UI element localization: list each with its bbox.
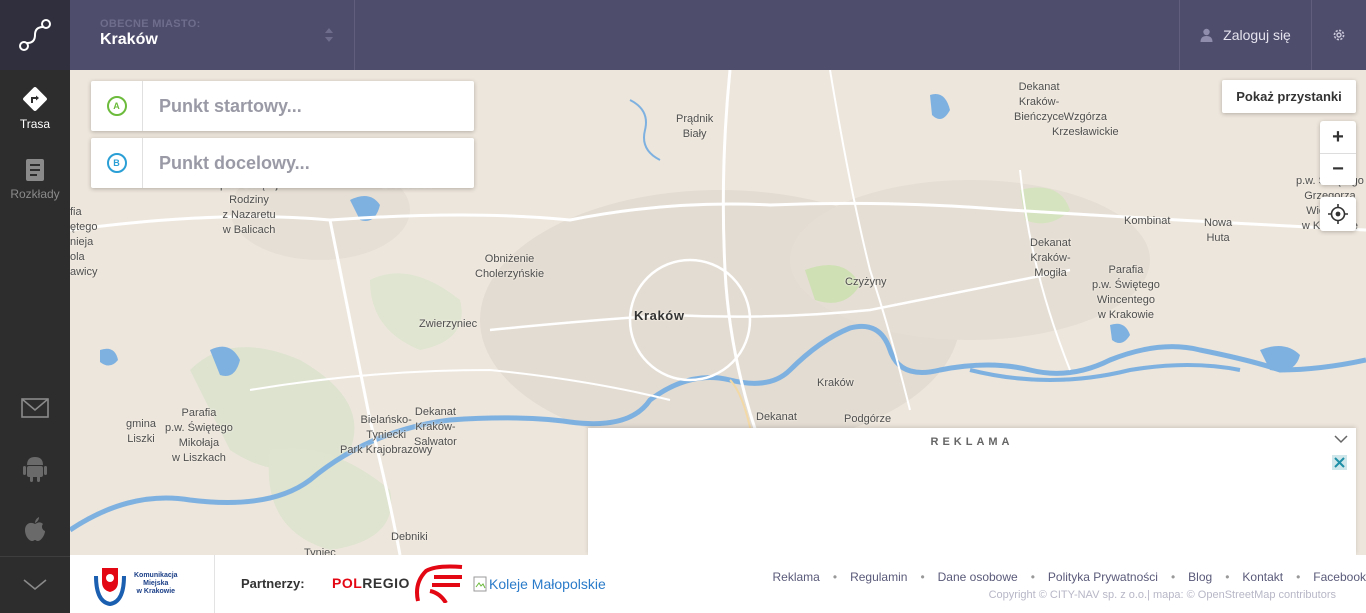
polregio-regio: REGIO <box>362 575 410 591</box>
sidebar-item-android[interactable] <box>0 454 70 482</box>
login-button[interactable]: Zaloguj się <box>1179 0 1311 70</box>
separator: • <box>1170 570 1176 584</box>
chevron-down-icon[interactable] <box>1334 434 1348 444</box>
map-label: Parafia p.w. Świętego Mikołaja w Liszkac… <box>165 407 233 464</box>
zoom-control: + − <box>1320 121 1356 185</box>
map-label: Kombinat <box>1124 215 1171 227</box>
mpk-logo[interactable]: Komunikacja Miejska w Krakowie <box>70 555 215 613</box>
map-label: Wzgórza Krzesławickie <box>1052 111 1119 138</box>
app-root: OBECNE MIASTO: Kraków Zaloguj się Trasa … <box>0 0 1366 613</box>
footer-link-polityka[interactable]: Polityka Prywatności <box>1048 570 1158 584</box>
map-label-city: Kraków <box>634 308 685 323</box>
separator: • <box>1030 570 1035 584</box>
sidebar-item-apple[interactable] <box>0 516 70 542</box>
ad-panel: REKLAMA <box>588 428 1356 555</box>
map-label: gmina Liszki <box>126 418 156 445</box>
sidebar-item-rozklady[interactable]: Rozkłady <box>0 158 70 201</box>
gear-icon <box>1333 29 1345 41</box>
sidebar: Trasa Rozkłady <box>0 70 70 613</box>
sort-arrows-icon <box>325 28 333 42</box>
android-icon <box>23 457 47 482</box>
footer-links: Reklama • Regulamin • Dane osobowe • Pol… <box>773 570 1366 584</box>
crosshair-icon <box>1328 204 1348 224</box>
footer: Komunikacja Miejska w Krakowie Partnerzy… <box>70 555 1366 613</box>
map-label: Parafia p.w. Świętego Wincentego w Krako… <box>1092 264 1160 321</box>
separator: • <box>832 570 838 584</box>
start-point-box: A <box>91 81 474 131</box>
route-logo-icon <box>19 19 51 51</box>
mpk-logo-text: Komunikacja Miejska w Krakowie <box>134 572 178 595</box>
map-label: Dekanat <box>756 411 797 423</box>
map-label: Obniżenie Cholerzyńskie <box>475 253 545 280</box>
broken-image-icon <box>473 576 487 592</box>
footer-link-facebook[interactable]: Facebook <box>1313 570 1366 584</box>
map-label: fia ętego nieja ola awicy <box>70 206 98 278</box>
end-point-input[interactable] <box>143 152 463 174</box>
user-icon <box>1200 28 1213 42</box>
close-icon <box>1334 457 1345 468</box>
sidebar-collapse-button[interactable] <box>0 556 70 613</box>
settings-button[interactable] <box>1311 0 1366 70</box>
city-selector[interactable]: OBECNE MIASTO: Kraków <box>70 0 355 70</box>
chevron-down-icon <box>23 579 47 591</box>
start-point-input[interactable] <box>143 95 463 117</box>
zoom-out-button[interactable]: − <box>1320 153 1356 185</box>
ad-label: REKLAMA <box>930 436 1014 448</box>
city-name: Kraków <box>100 31 158 48</box>
koleje-malopolskie-link[interactable]: Koleje Małopolskie <box>473 576 606 592</box>
separator: • <box>1225 570 1230 584</box>
footer-link-regulamin[interactable]: Regulamin <box>850 570 907 584</box>
top-bar: OBECNE MIASTO: Kraków Zaloguj się <box>0 0 1366 70</box>
sidebar-item-trasa[interactable]: Trasa <box>0 86 70 131</box>
footer-link-blog[interactable]: Blog <box>1188 570 1212 584</box>
map-label: Tyniec <box>304 547 336 555</box>
zoom-in-button[interactable]: + <box>1320 121 1356 153</box>
separator: • <box>1296 570 1301 584</box>
map-label: Zwierzyniec <box>419 318 478 330</box>
start-badge-wrap: A <box>91 81 143 131</box>
partners-label: Partnerzy: <box>241 576 305 591</box>
footer-link-kontakt[interactable]: Kontakt <box>1242 570 1283 584</box>
timetable-icon <box>26 159 44 181</box>
map-label: Nowa Huta <box>1204 217 1233 244</box>
polregio-logo[interactable]: POL REGIO <box>332 563 466 603</box>
ad-close-button[interactable] <box>1332 455 1347 470</box>
start-badge: A <box>106 96 127 116</box>
map-label: Podgórze <box>844 413 892 425</box>
apple-icon <box>25 517 45 541</box>
mpk-emblem-icon <box>94 568 126 606</box>
mail-icon <box>21 398 49 418</box>
polregio-mark-icon <box>414 564 463 603</box>
end-point-box: B <box>91 138 474 188</box>
map-label: Kraków <box>817 377 854 389</box>
footer-link-dane-osobowe[interactable]: Dane osobowe <box>938 570 1018 584</box>
map-label: Prądnik Biały <box>676 113 714 140</box>
copyright-text: Copyright © CITY-NAV sp. z o.o.| mapa: ©… <box>988 589 1336 601</box>
locate-button[interactable] <box>1320 197 1356 231</box>
show-stops-button[interactable]: Pokaż przystanki <box>1222 80 1356 113</box>
footer-link-reklama[interactable]: Reklama <box>773 570 820 584</box>
sidebar-item-mail[interactable] <box>0 398 70 418</box>
separator: • <box>920 570 925 584</box>
polregio-pol: POL <box>332 575 363 591</box>
sidebar-item-label: Trasa <box>19 117 51 131</box>
end-badge-wrap: B <box>91 138 143 188</box>
koleje-alt-text: Koleje Małopolskie <box>489 576 606 592</box>
route-turn-icon <box>23 87 47 111</box>
map-label: Dekanat Kraków- Mogiła <box>1030 237 1071 279</box>
app-logo[interactable] <box>0 0 70 70</box>
sidebar-item-label: Rozkłady <box>10 187 60 201</box>
map-label: Debniki <box>391 531 428 543</box>
map-label: Czyżyny <box>845 276 887 288</box>
map-label: Bielańsko- Tyniecki Park Krajobrazowy <box>340 414 433 456</box>
login-label: Zaloguj się <box>1223 27 1291 43</box>
city-label: OBECNE MIASTO: <box>100 18 201 30</box>
end-badge: B <box>106 153 127 173</box>
